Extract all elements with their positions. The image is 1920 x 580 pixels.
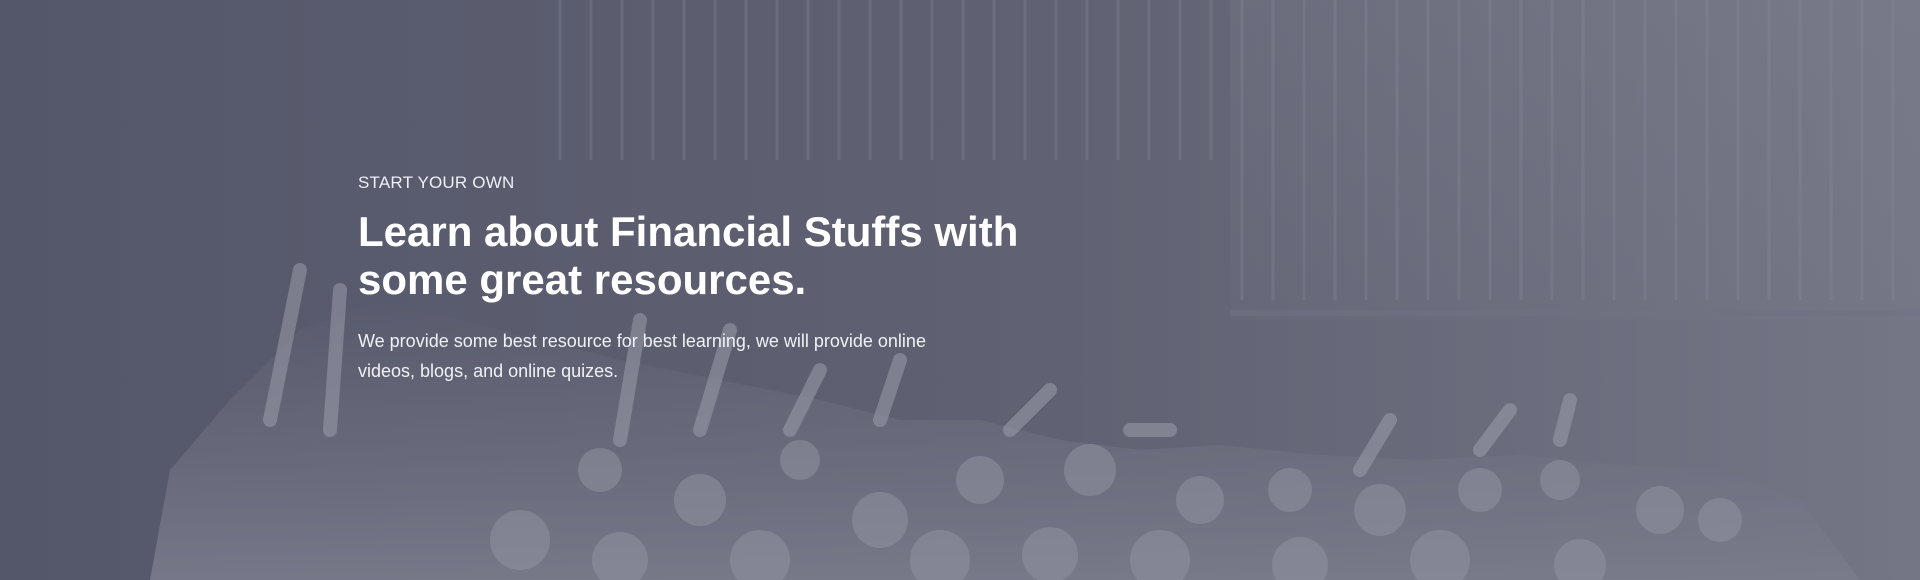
hero-banner: START YOUR OWN Learn about Financial Stu… bbox=[0, 0, 1920, 580]
hero-eyebrow: START YOUR OWN bbox=[358, 173, 515, 192]
hero-headline: Learn about Financial Stuffs with some g… bbox=[358, 208, 1019, 303]
hero-content: START YOUR OWN Learn about Financial Stu… bbox=[358, 172, 1078, 386]
hero-description: We provide some best resource for best l… bbox=[358, 331, 926, 381]
